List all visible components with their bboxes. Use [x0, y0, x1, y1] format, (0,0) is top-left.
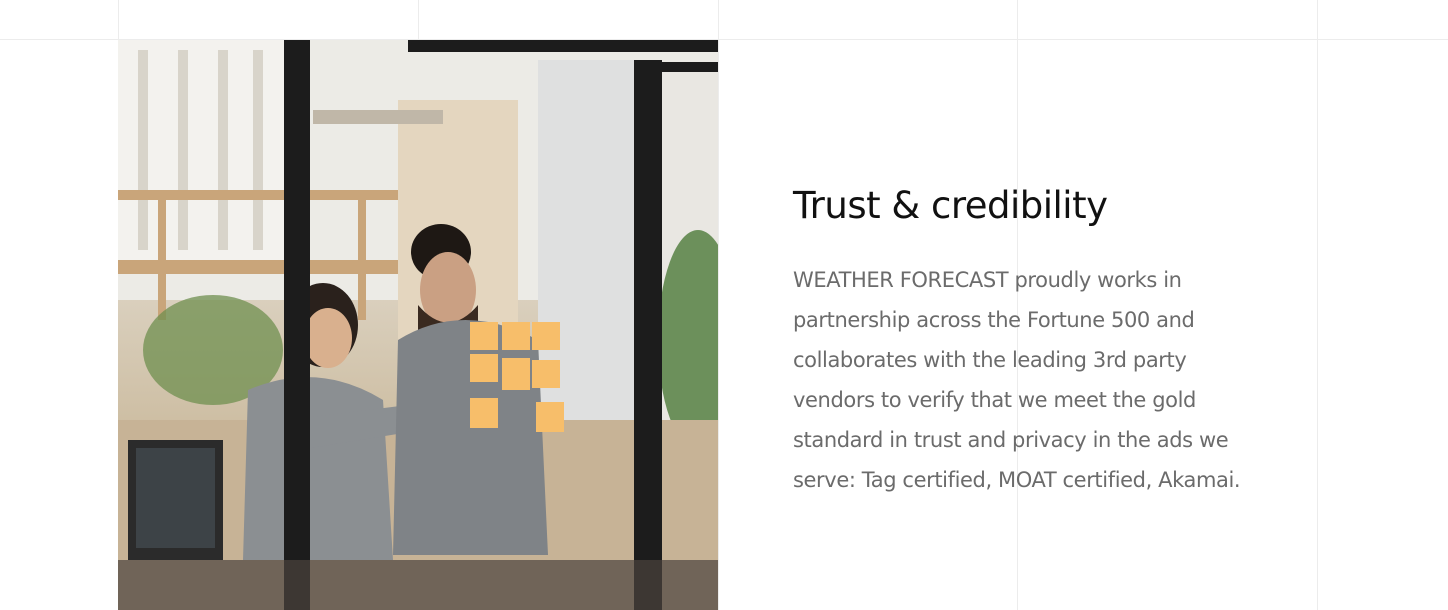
section-title: Trust & credibility — [793, 184, 1108, 227]
section-body: WEATHER FORECAST proudly works in partne… — [793, 268, 1241, 492]
photo-illustration — [118, 40, 718, 610]
grid-vertical-line — [1317, 0, 1318, 610]
trust-section: Trust & credibility WEATHER FORECAST pro… — [793, 180, 1263, 500]
grid-vertical-line — [718, 0, 719, 610]
team-collaboration-photo — [118, 40, 718, 610]
